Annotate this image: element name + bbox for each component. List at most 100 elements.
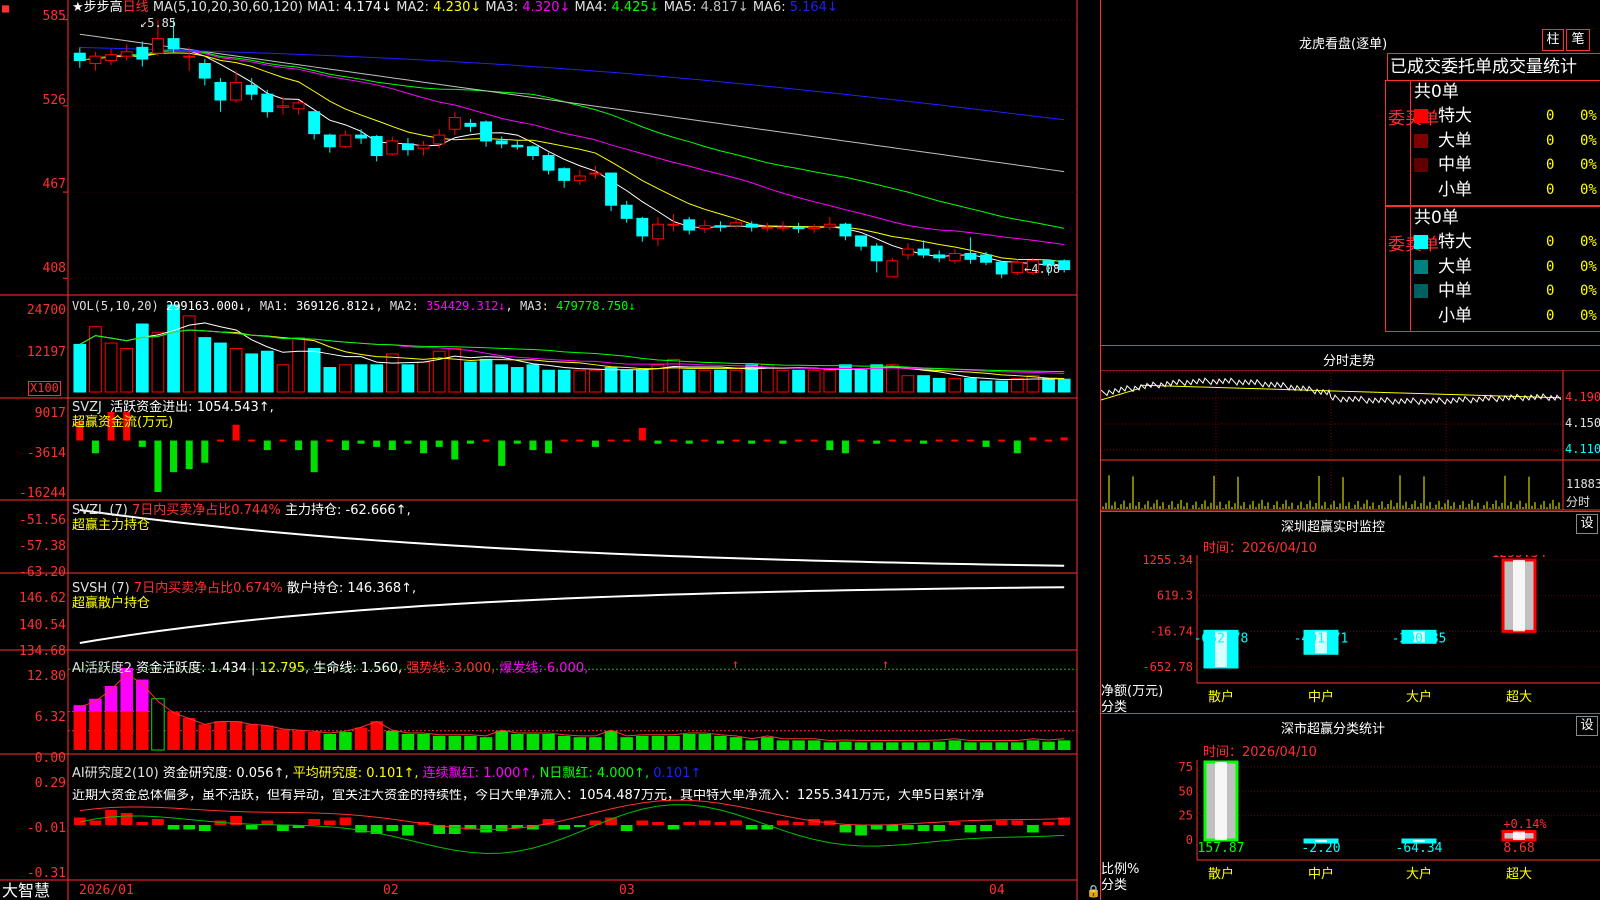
research-bar	[573, 825, 586, 827]
up-arrow-icon: ↑	[732, 657, 739, 671]
candle	[792, 226, 805, 230]
activity-bar	[807, 740, 821, 750]
lock-icon[interactable]: 🔒	[1086, 884, 1101, 898]
volume-bar	[1057, 378, 1071, 393]
activity-bar	[261, 725, 274, 750]
activity-bar	[901, 742, 915, 750]
candle	[683, 219, 696, 231]
candle	[433, 134, 446, 145]
research-bar	[89, 820, 102, 825]
activity-bar	[292, 730, 305, 750]
order-type: 大单	[1438, 130, 1472, 151]
category-bar	[1203, 760, 1239, 842]
color-swatch	[1414, 308, 1428, 323]
volume-bar	[807, 369, 821, 393]
vol-ma-value: 479778.750↓	[556, 299, 636, 313]
candle	[870, 245, 883, 262]
flow-bar	[310, 440, 318, 473]
research-bar	[198, 825, 211, 831]
sz-class-chart: 75 50 25 0 散户 157.87 中户 -2.20 大户 -64.34 超大 8.68 +0.1…	[1179, 760, 1600, 882]
svsh-axis-2: 134.68	[19, 644, 66, 659]
candle	[73, 52, 86, 62]
ma-label: MA2:	[392, 0, 434, 15]
activity-bar	[1057, 740, 1071, 750]
candle	[808, 226, 821, 230]
vol-ma-label: , MA1:	[245, 299, 296, 313]
flow-bar	[388, 440, 396, 451]
activity-bar	[839, 741, 852, 750]
activity-bar	[167, 711, 180, 750]
activity-bar	[573, 737, 587, 750]
ma-value: 4.174↓	[344, 0, 393, 15]
research-bar	[980, 825, 992, 831]
value-label: -64.34	[1396, 841, 1443, 856]
vol-ma-line	[79, 329, 1065, 375]
volume-bar	[604, 367, 618, 393]
candle	[417, 144, 430, 149]
vol-ma-line	[79, 329, 1065, 373]
order-type: 小单	[1438, 305, 1472, 326]
research-bar	[152, 819, 164, 825]
sz-monitor-settings-button[interactable]: 设	[1576, 514, 1598, 534]
color-swatch	[1414, 235, 1428, 249]
activity-bar	[667, 735, 680, 750]
candle	[761, 226, 774, 229]
flow-bar	[201, 440, 209, 463]
activity-bar	[557, 735, 571, 750]
volume-bar	[729, 369, 743, 393]
kline-canvas[interactable]: ↑ ↑	[0, 0, 1100, 900]
research-bar	[839, 825, 852, 833]
activity-bar	[1026, 740, 1040, 750]
activity-bar	[636, 735, 649, 750]
svzl-axis-0: -51.56	[19, 513, 66, 528]
candle	[698, 225, 711, 230]
order-total: 共0单	[1414, 82, 1459, 102]
volume-bar	[307, 348, 321, 393]
research-bar	[1042, 822, 1055, 825]
activity-bar	[823, 742, 837, 750]
volume-bar	[870, 364, 884, 393]
flow-bar	[1029, 437, 1037, 441]
vol-axis-1: 12197	[26, 345, 66, 360]
activity-bar	[745, 740, 758, 750]
ma-label: MA3:	[481, 0, 523, 15]
sz-class-settings-button[interactable]: 设	[1576, 716, 1598, 736]
bar-mode-button[interactable]: 柱	[1542, 29, 1564, 51]
svsh-axis-0: 146.62	[19, 591, 66, 606]
ma-label: MA1:	[307, 0, 345, 15]
category-bar	[1501, 830, 1537, 842]
order-count: 0	[1546, 181, 1555, 198]
flow-bar	[216, 439, 224, 442]
color-swatch	[1414, 109, 1428, 123]
flow-bar	[998, 439, 1006, 442]
intraday-axis-0: 4.190	[1565, 390, 1600, 404]
candle	[261, 93, 274, 113]
candle	[636, 217, 649, 237]
flow-bar	[732, 439, 740, 442]
order-count: 0	[1546, 283, 1555, 299]
ma-line	[79, 52, 1065, 263]
intraday-chart[interactable]	[1101, 370, 1600, 512]
intraday-axis-1: 4.150	[1565, 416, 1600, 430]
high-price-label: ↙5.85	[140, 16, 177, 30]
flow-bar	[670, 439, 678, 442]
activity-bar	[479, 737, 493, 750]
research-bar	[495, 825, 508, 831]
axis-tick-label: 1255.34	[1142, 555, 1193, 567]
flow-bar	[248, 439, 256, 442]
activity-bar	[417, 733, 430, 750]
activity-bar	[682, 733, 696, 750]
research-bar	[448, 825, 461, 834]
category-label: 大户	[1406, 866, 1432, 882]
flow-bar	[279, 439, 287, 442]
activity-bar	[323, 733, 337, 750]
kline-chart-area[interactable]: ↑ ↑ ■ ★步步高日线 MA(5,10,20,30,60,120) MA1: 4…	[0, 0, 1101, 900]
research-bar	[683, 822, 696, 825]
volume-bar	[932, 377, 946, 393]
candle	[558, 168, 571, 181]
ma-line	[79, 49, 1065, 229]
tick-mode-button[interactable]: 笔	[1566, 29, 1590, 51]
date-label-0: 2026/01	[79, 883, 134, 898]
order-count: 0	[1546, 258, 1555, 275]
candle	[917, 248, 930, 256]
